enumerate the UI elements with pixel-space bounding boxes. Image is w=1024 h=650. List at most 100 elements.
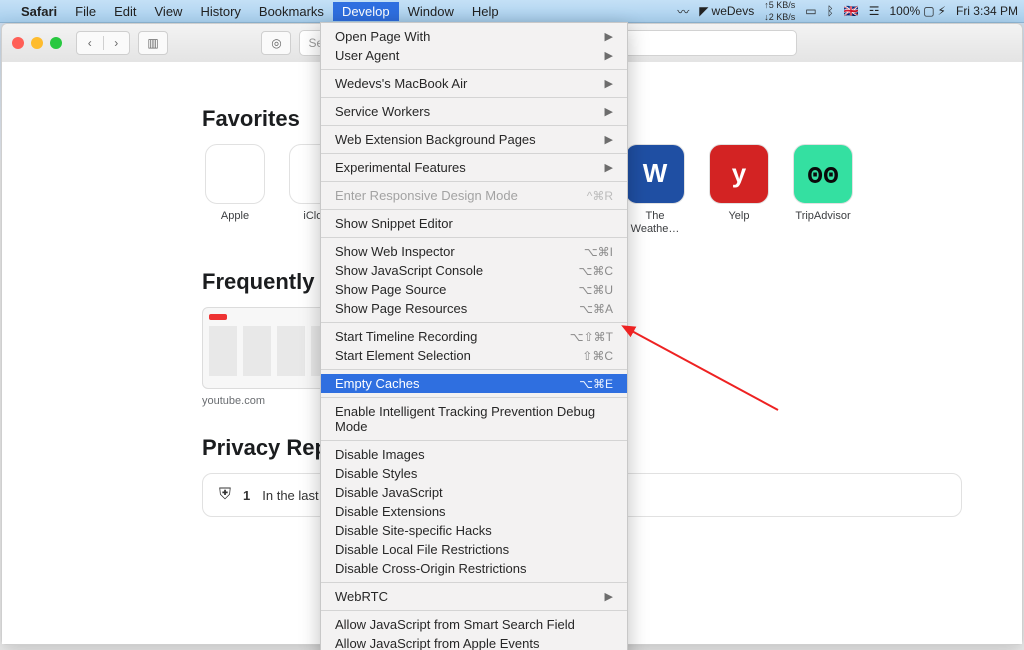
close-window-button[interactable] <box>12 37 24 49</box>
menu-item-webrtc[interactable]: WebRTC▶ <box>321 587 627 606</box>
site-thumbnail <box>202 307 332 389</box>
frequent-site[interactable]: youtube.com <box>202 307 330 407</box>
menu-item-label: Show Snippet Editor <box>335 216 613 231</box>
favorite-apple[interactable]: Apple <box>202 144 268 235</box>
menu-item-shortcut: ⌥⌘E <box>579 377 613 391</box>
menu-item-label: Show Web Inspector <box>335 244 584 259</box>
menu-item-label: Wedevs's MacBook Air <box>335 76 605 91</box>
menu-item-label: Web Extension Background Pages <box>335 132 605 147</box>
menu-item-empty-caches[interactable]: Empty Caches⌥⌘E <box>321 374 627 393</box>
menu-item-label: Show JavaScript Console <box>335 263 579 278</box>
back-forward-buttons[interactable]: ‹› <box>76 31 130 55</box>
back-icon[interactable]: ‹ <box>77 36 104 50</box>
menu-item-show-page-resources[interactable]: Show Page Resources⌥⌘A <box>321 299 627 318</box>
menu-item-label: WebRTC <box>335 589 605 604</box>
menu-item-label: Show Page Source <box>335 282 579 297</box>
menu-item-show-page-source[interactable]: Show Page Source⌥⌘U <box>321 280 627 299</box>
favorite-label: Yelp <box>706 210 772 223</box>
forward-icon[interactable]: › <box>104 36 130 50</box>
menu-history[interactable]: History <box>191 2 249 21</box>
menu-item-shortcut: ^⌘R <box>587 189 613 203</box>
favorite-tile: ꙩꙩ <box>793 144 853 204</box>
menu-item-disable-cross-origin-restrictions[interactable]: Disable Cross-Origin Restrictions <box>321 559 627 578</box>
bluetooth-icon[interactable]: ᛒ <box>827 4 834 18</box>
menu-item-label: Disable Site-specific Hacks <box>335 523 613 538</box>
menu-item-disable-extensions[interactable]: Disable Extensions <box>321 502 627 521</box>
zoom-window-button[interactable] <box>50 37 62 49</box>
battery-status[interactable]: 100% ▢⚡︎ <box>890 4 946 18</box>
menu-help[interactable]: Help <box>463 2 508 21</box>
menu-item-label: Start Timeline Recording <box>335 329 570 344</box>
menu-item-label: Disable Local File Restrictions <box>335 542 613 557</box>
menu-view[interactable]: View <box>146 2 192 21</box>
submenu-chevron-icon: ▶ <box>605 133 613 146</box>
menu-item-show-javascript-console[interactable]: Show JavaScript Console⌥⌘C <box>321 261 627 280</box>
menu-item-disable-styles[interactable]: Disable Styles <box>321 464 627 483</box>
menu-item-show-web-inspector[interactable]: Show Web Inspector⌥⌘I <box>321 242 627 261</box>
sidebar-button[interactable]: ▥ <box>138 31 168 55</box>
menu-item-disable-local-file-restrictions[interactable]: Disable Local File Restrictions <box>321 540 627 559</box>
menu-item-shortcut: ⌥⌘I <box>584 245 613 259</box>
display-icon[interactable]: ▭ <box>805 4 816 18</box>
menu-item-allow-javascript-from-apple-events[interactable]: Allow JavaScript from Apple Events <box>321 634 627 650</box>
site-label: youtube.com <box>202 395 330 407</box>
favorite-label: TripAdvisor <box>790 210 856 223</box>
menu-item-open-page-with[interactable]: Open Page With▶ <box>321 27 627 46</box>
favorite-the-weathe-[interactable]: WThe Weathe… <box>622 144 688 235</box>
submenu-chevron-icon: ▶ <box>605 77 613 90</box>
menubar: Safari FileEditViewHistoryBookmarksDevel… <box>0 0 1024 23</box>
menu-item-shortcut: ⇧⌘C <box>582 349 613 363</box>
menu-bookmarks[interactable]: Bookmarks <box>250 2 333 21</box>
menu-item-label: Service Workers <box>335 104 605 119</box>
submenu-chevron-icon: ▶ <box>605 161 613 174</box>
menu-item-label: Disable JavaScript <box>335 485 613 500</box>
shield-icon: ⛨ <box>219 486 231 504</box>
menu-item-shortcut: ⌥⌘A <box>579 302 613 316</box>
menu-item-allow-javascript-from-smart-search-field[interactable]: Allow JavaScript from Smart Search Field <box>321 615 627 634</box>
menu-item-label: Disable Cross-Origin Restrictions <box>335 561 613 576</box>
favorite-tripadvisor[interactable]: ꙩꙩ TripAdvisor <box>790 144 856 235</box>
menu-item-label: Empty Caches <box>335 376 579 391</box>
menu-item-disable-javascript[interactable]: Disable JavaScript <box>321 483 627 502</box>
menu-item-disable-site-specific-hacks[interactable]: Disable Site-specific Hacks <box>321 521 627 540</box>
menu-item-label: Allow JavaScript from Apple Events <box>335 636 613 650</box>
clock: Fri 3:34 PM <box>956 4 1018 18</box>
favorite-tile: y <box>709 144 769 204</box>
menu-develop[interactable]: Develop <box>333 2 399 21</box>
menu-item-shortcut: ⌥⌘C <box>579 264 614 278</box>
menu-item-label: Open Page With <box>335 29 605 44</box>
menu-item-enable-intelligent-tracking-prevention-debug-mode[interactable]: Enable Intelligent Tracking Prevention D… <box>321 402 627 436</box>
menu-item-enter-responsive-design-mode: Enter Responsive Design Mode^⌘R <box>321 186 627 205</box>
menu-item-web-extension-background-pages[interactable]: Web Extension Background Pages▶ <box>321 130 627 149</box>
menu-item-wedevs-s-macbook-air[interactable]: Wedevs's MacBook Air▶ <box>321 74 627 93</box>
favorite-label: Apple <box>202 210 268 223</box>
wedevs-status[interactable]: ◤ weDevs <box>699 4 754 18</box>
menu-item-experimental-features[interactable]: Experimental Features▶ <box>321 158 627 177</box>
menu-item-label: Disable Images <box>335 447 613 462</box>
menu-item-label: Allow JavaScript from Smart Search Field <box>335 617 613 632</box>
menu-item-start-element-selection[interactable]: Start Element Selection⇧⌘C <box>321 346 627 365</box>
menu-item-label: Disable Styles <box>335 466 613 481</box>
scribble-icon[interactable]: 〰 <box>677 3 689 20</box>
menu-item-service-workers[interactable]: Service Workers▶ <box>321 102 627 121</box>
app-name[interactable]: Safari <box>12 2 66 21</box>
menu-item-label: Experimental Features <box>335 160 605 175</box>
menu-item-label: Show Page Resources <box>335 301 579 316</box>
favorite-yelp[interactable]: y Yelp <box>706 144 772 235</box>
menu-file[interactable]: File <box>66 2 105 21</box>
menu-item-user-agent[interactable]: User Agent▶ <box>321 46 627 65</box>
menu-item-show-snippet-editor[interactable]: Show Snippet Editor <box>321 214 627 233</box>
network-speed: ↑5 KB/s ↓2 KB/s <box>764 1 795 22</box>
menu-window[interactable]: Window <box>399 2 463 21</box>
menu-item-start-timeline-recording[interactable]: Start Timeline Recording⌥⇧⌘T <box>321 327 627 346</box>
minimize-window-button[interactable] <box>31 37 43 49</box>
submenu-chevron-icon: ▶ <box>605 30 613 43</box>
favorite-label: The Weathe… <box>622 210 688 235</box>
privacy-report-button[interactable]: ◎ <box>261 31 291 55</box>
menu-item-disable-images[interactable]: Disable Images <box>321 445 627 464</box>
menubar-right: 〰 ◤ weDevs ↑5 KB/s ↓2 KB/s ▭ ᛒ 🇬🇧 ☲ 100%… <box>677 1 1018 22</box>
submenu-chevron-icon: ▶ <box>605 49 613 62</box>
menu-edit[interactable]: Edit <box>105 2 145 21</box>
wifi-icon[interactable]: ☲ <box>869 4 880 18</box>
input-flag[interactable]: 🇬🇧 <box>844 4 859 18</box>
